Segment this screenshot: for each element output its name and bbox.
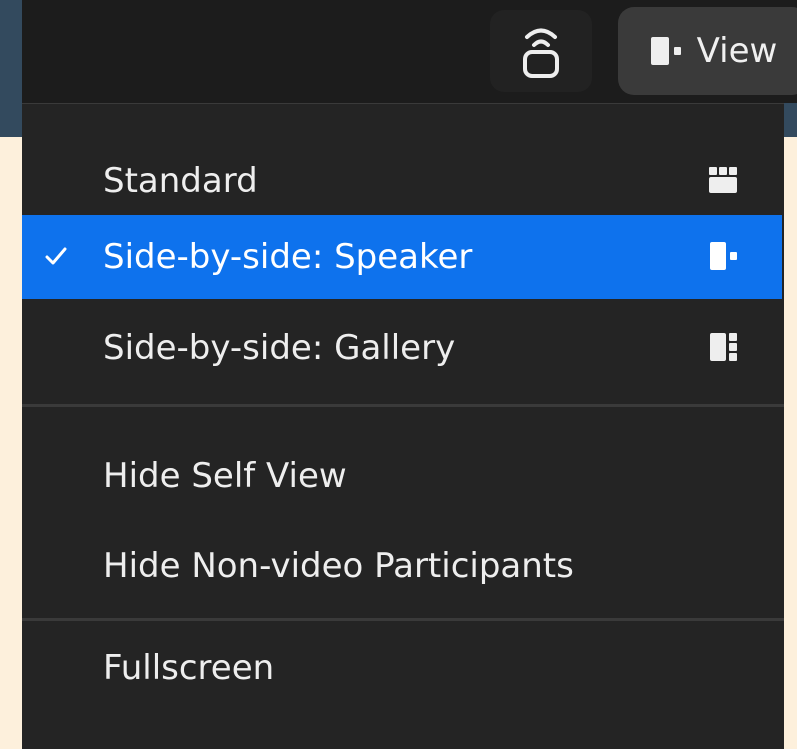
speaker-layout-icon [650,37,681,65]
meeting-toolbar: View [22,0,797,103]
menu-item-label: Hide Non-video Participants [103,546,574,586]
menu-item-label: Side-by-side: Gallery [103,328,456,368]
menu-item-side-by-side-gallery[interactable]: Side-by-side: Gallery [22,306,782,390]
menu-item-label: Hide Self View [103,456,347,496]
view-menu: Standard Side-by-side: Speaker Side-by-s… [22,103,784,749]
remote-control-button[interactable] [490,10,592,92]
menu-item-side-by-side-speaker[interactable]: Side-by-side: Speaker [22,215,782,299]
menu-item-label: Side-by-side: Speaker [103,237,473,277]
menu-item-label: Fullscreen [103,648,275,688]
remote-control-icon [523,28,559,78]
menu-separator [22,618,784,621]
menu-item-fullscreen[interactable]: Fullscreen [22,626,782,710]
menu-item-hide-self-view[interactable]: Hide Self View [22,434,782,518]
view-button[interactable]: View [618,7,797,95]
speaker-layout-icon [710,242,737,270]
menu-item-standard[interactable]: Standard [22,139,782,223]
gallery-layout-icon [710,333,737,361]
menu-item-label: Standard [103,161,258,201]
grid-icon [709,167,737,193]
menu-item-hide-non-video-participants[interactable]: Hide Non-video Participants [22,524,782,608]
checkmark-icon [45,247,67,265]
view-button-label: View [696,31,778,71]
menu-separator [22,404,784,407]
